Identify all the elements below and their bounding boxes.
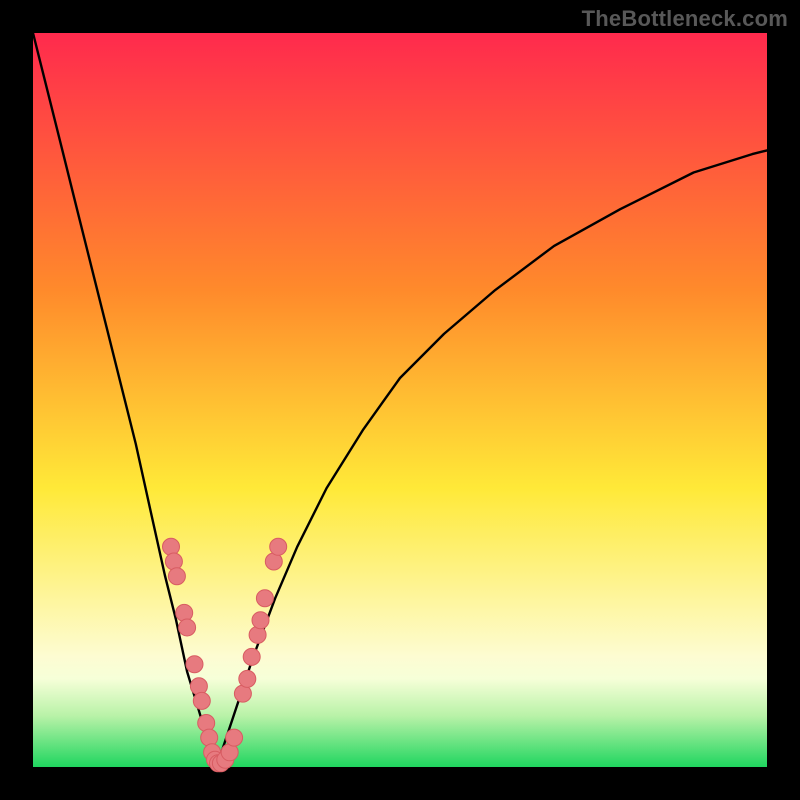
- data-dot: [270, 538, 287, 555]
- data-dot: [193, 692, 210, 709]
- watermark-text: TheBottleneck.com: [582, 6, 788, 32]
- data-dot: [165, 553, 182, 570]
- data-dot: [186, 656, 203, 673]
- data-dot: [198, 715, 215, 732]
- data-dot: [176, 604, 193, 621]
- bottleneck-chart: [0, 0, 800, 800]
- data-dot: [256, 590, 273, 607]
- data-dot: [179, 619, 196, 636]
- data-dot: [243, 648, 260, 665]
- data-dot: [239, 670, 256, 687]
- data-dot: [226, 729, 243, 746]
- plot-area: [33, 33, 767, 767]
- data-dot: [252, 612, 269, 629]
- chart-container: TheBottleneck.com: [0, 0, 800, 800]
- data-dot: [168, 568, 185, 585]
- data-dot: [163, 538, 180, 555]
- data-dot: [201, 729, 218, 746]
- data-dot: [190, 678, 207, 695]
- data-dot: [249, 626, 266, 643]
